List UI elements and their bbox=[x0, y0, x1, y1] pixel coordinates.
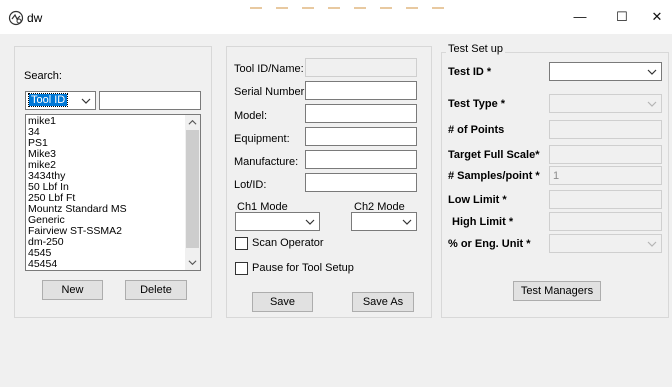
points-label: # of Points bbox=[448, 124, 505, 136]
new-button[interactable]: New bbox=[42, 280, 103, 300]
chevron-down-icon[interactable] bbox=[81, 96, 91, 106]
ch1-mode-combo[interactable] bbox=[235, 212, 320, 231]
scan-operator-label: Scan Operator bbox=[252, 237, 324, 249]
app-icon bbox=[8, 10, 24, 26]
lot-id-label: Lot/ID: bbox=[234, 179, 267, 191]
tool-list[interactable]: mike1 34 PS1 Mike3 mike2 3434thy 50 Lbf … bbox=[25, 114, 201, 271]
test-id-label: Test ID * bbox=[448, 66, 492, 78]
equipment-label: Equipment: bbox=[234, 133, 290, 145]
model-field[interactable] bbox=[305, 104, 417, 123]
scan-operator-checkbox[interactable] bbox=[235, 237, 248, 250]
test-type-label: Test Type * bbox=[448, 98, 506, 110]
serial-number-label: Serial Number: bbox=[234, 86, 308, 98]
tool-id-label: Tool ID/Name: bbox=[234, 63, 304, 75]
manufacture-label: Manufacture: bbox=[234, 156, 299, 168]
points-field bbox=[549, 120, 662, 139]
target-full-scale-label: Target Full Scale* bbox=[448, 149, 540, 161]
test-managers-button[interactable]: Test Managers bbox=[513, 281, 601, 301]
window-title: dw bbox=[27, 11, 43, 25]
save-button[interactable]: Save bbox=[252, 292, 313, 312]
pause-tool-setup-checkbox[interactable] bbox=[235, 262, 248, 275]
high-limit-label: High Limit * bbox=[452, 216, 514, 228]
ch2-mode-combo[interactable] bbox=[351, 212, 417, 231]
manufacture-field[interactable] bbox=[305, 150, 417, 169]
close-button[interactable]: ✕ bbox=[643, 6, 671, 28]
test-setup-title: Test Set up bbox=[446, 43, 506, 55]
lot-id-field[interactable] bbox=[305, 173, 417, 192]
unit-combo bbox=[549, 234, 662, 253]
equipment-field[interactable] bbox=[305, 127, 417, 146]
title-bar: dw — ☐ ✕ bbox=[0, 0, 672, 34]
search-input[interactable] bbox=[99, 91, 201, 110]
target-full-scale-field bbox=[549, 145, 662, 164]
low-limit-field bbox=[549, 190, 662, 209]
list-item[interactable]: mike1 bbox=[28, 116, 127, 127]
test-type-combo bbox=[549, 94, 662, 113]
tool-list-items: mike1 34 PS1 Mike3 mike2 3434thy 50 Lbf … bbox=[28, 116, 127, 270]
pause-tool-setup-label: Pause for Tool Setup bbox=[252, 262, 354, 274]
search-field-combo[interactable]: Tool ID bbox=[25, 91, 96, 110]
minimize-button[interactable]: — bbox=[566, 6, 594, 28]
list-scrollbar[interactable] bbox=[185, 115, 200, 270]
test-id-combo[interactable] bbox=[549, 62, 662, 81]
model-label: Model: bbox=[234, 110, 268, 122]
search-field-value: Tool ID bbox=[27, 93, 69, 107]
chevron-down-icon bbox=[647, 241, 657, 247]
save-as-button[interactable]: Save As bbox=[352, 292, 414, 312]
chevron-down-icon[interactable] bbox=[305, 217, 315, 227]
scroll-down-icon[interactable] bbox=[188, 258, 197, 267]
scroll-up-icon[interactable] bbox=[188, 118, 197, 127]
test-setup-group bbox=[441, 52, 669, 318]
maximize-button[interactable]: ☐ bbox=[608, 6, 636, 28]
delete-button[interactable]: Delete bbox=[125, 280, 187, 300]
title-decoration bbox=[250, 0, 480, 9]
list-item[interactable]: 45454 bbox=[28, 259, 127, 270]
tool-id-field bbox=[305, 58, 417, 77]
samples-per-point-field bbox=[549, 166, 662, 185]
chevron-down-icon bbox=[647, 101, 657, 107]
serial-number-field[interactable] bbox=[305, 81, 417, 100]
scroll-thumb[interactable] bbox=[186, 130, 199, 248]
chevron-down-icon[interactable] bbox=[647, 67, 657, 77]
samples-per-point-label: # Samples/point * bbox=[448, 170, 540, 182]
search-label: Search: bbox=[24, 70, 62, 82]
high-limit-field bbox=[549, 212, 662, 231]
unit-label: % or Eng. Unit * bbox=[448, 238, 531, 250]
low-limit-label: Low Limit * bbox=[448, 194, 507, 206]
chevron-down-icon[interactable] bbox=[402, 217, 412, 227]
